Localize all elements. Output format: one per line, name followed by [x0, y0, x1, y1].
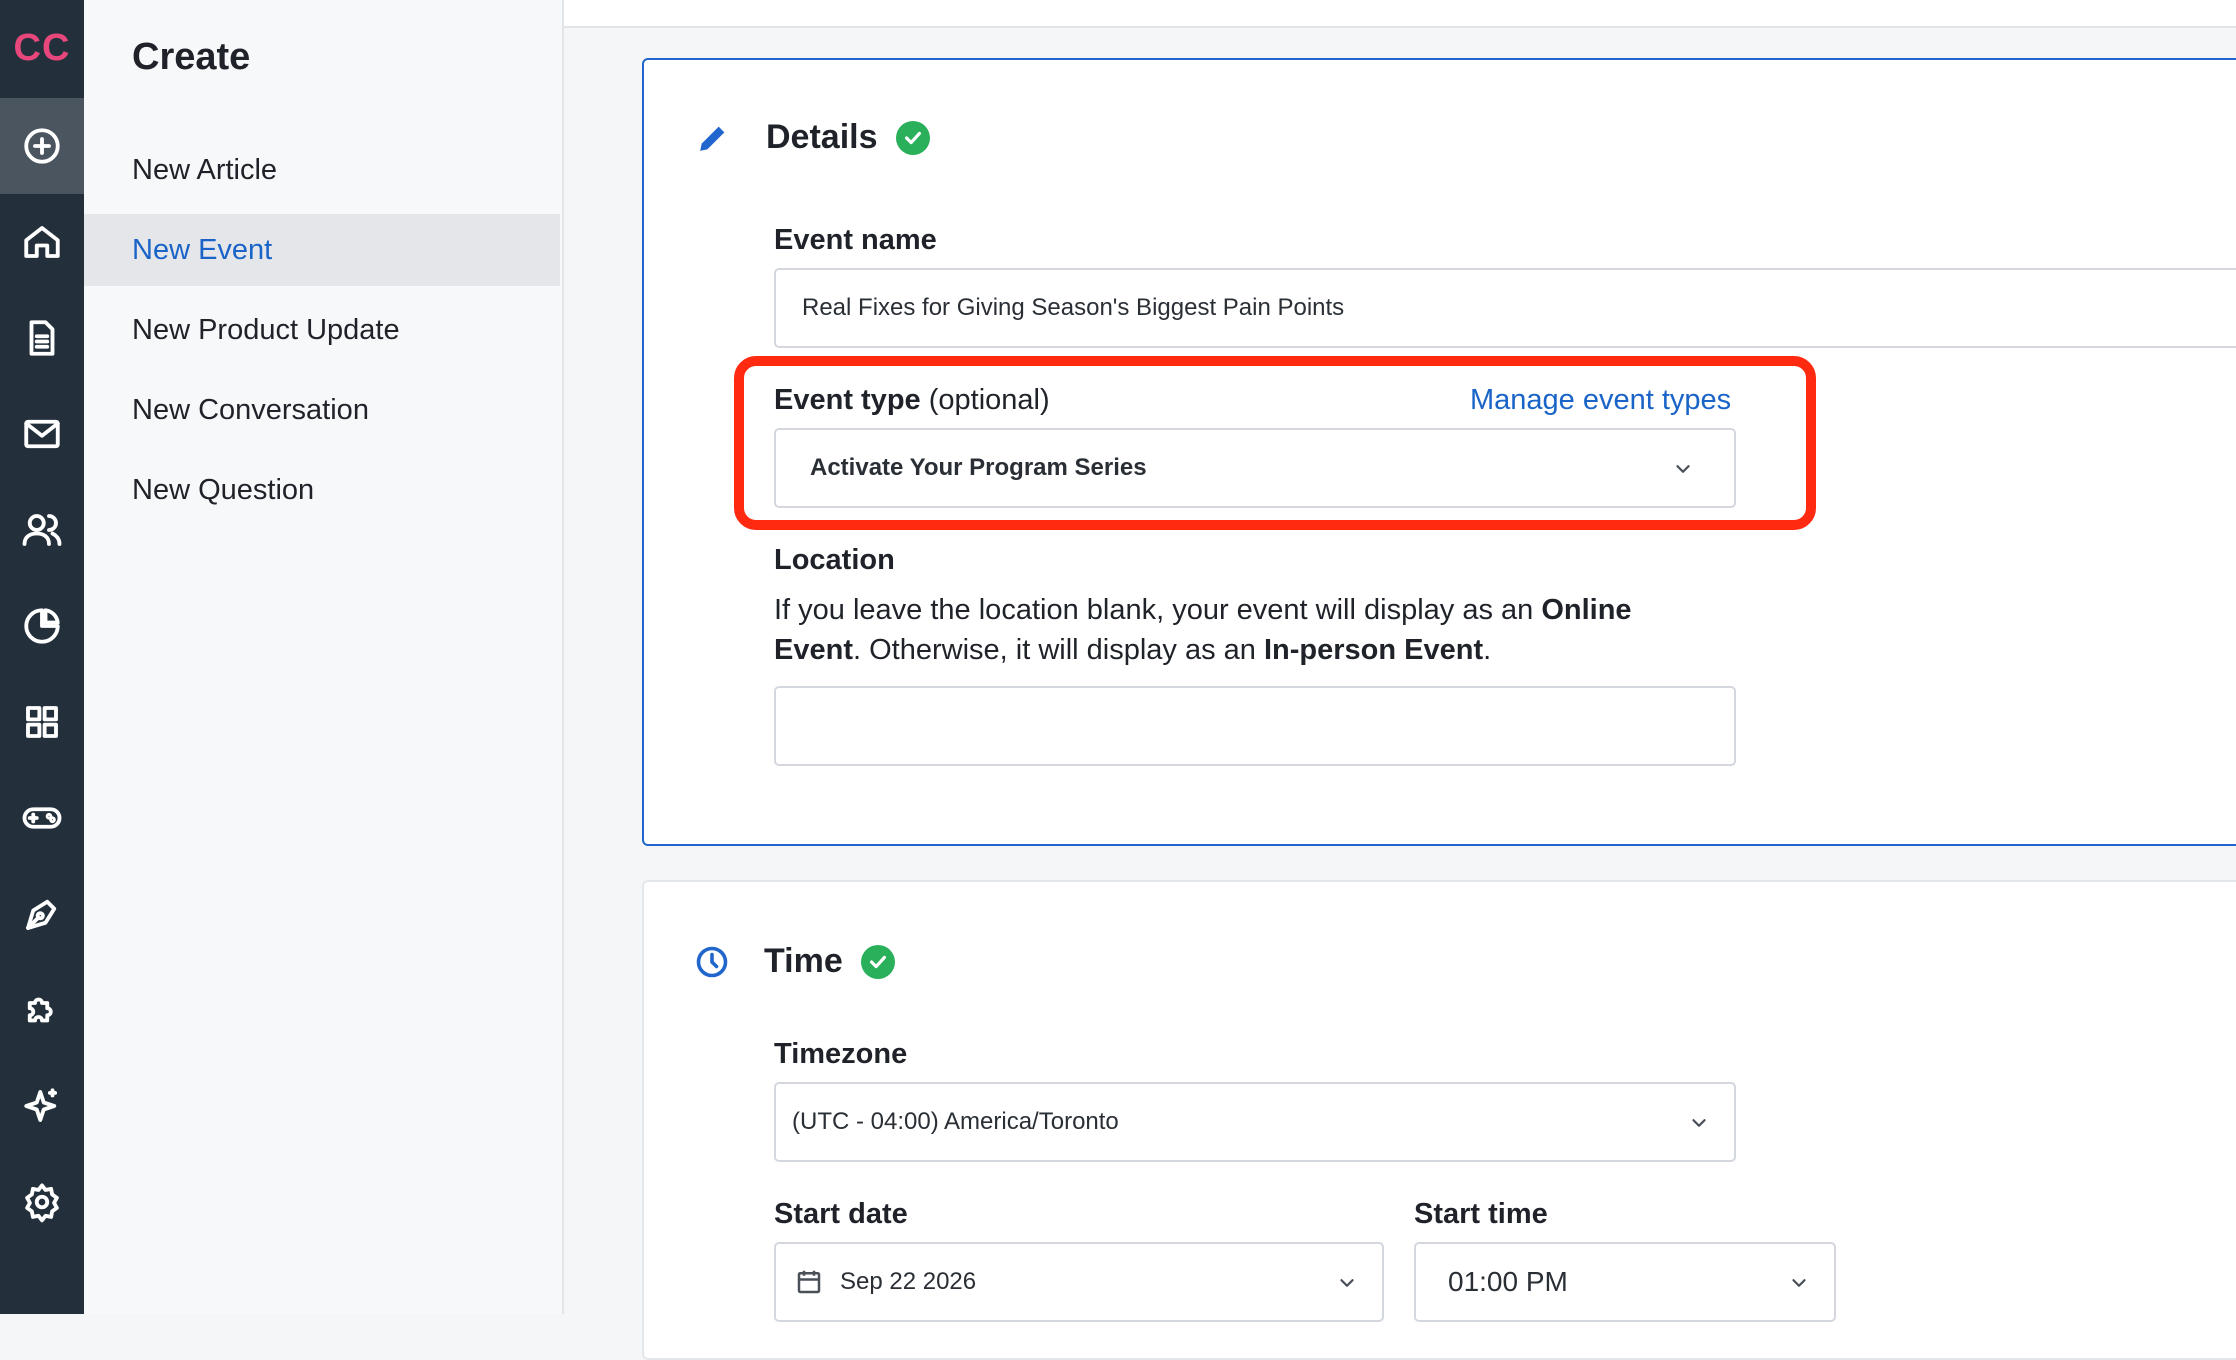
clock-icon — [696, 946, 728, 977]
event-name-label: Event name — [774, 224, 937, 256]
app-logo[interactable]: CC — [0, 0, 84, 96]
menu-item-new-product-update[interactable]: New Product Update — [84, 294, 560, 366]
timezone-value: (UTC - 04:00) America/Toronto — [792, 1108, 1119, 1135]
event-name-value: Real Fixes for Giving Season's Biggest P… — [802, 294, 1345, 321]
check-circle-icon — [860, 944, 895, 979]
grid-icon[interactable] — [0, 674, 84, 770]
details-title: Details — [766, 118, 878, 156]
timezone-select[interactable]: (UTC - 04:00) America/Toronto — [774, 1082, 1736, 1162]
start-date-label: Start date — [774, 1198, 908, 1230]
menu-item-new-conversation[interactable]: New Conversation — [84, 374, 560, 446]
event-name-field[interactable]: Real Fixes for Giving Season's Biggest P… — [774, 268, 2236, 348]
pen-tool-icon[interactable] — [0, 866, 84, 962]
time-header: Time — [694, 942, 895, 981]
menu-item-new-question[interactable]: New Question — [84, 454, 560, 526]
home-icon[interactable] — [0, 194, 84, 290]
start-time-value: 01:00 PM — [1448, 1266, 1568, 1297]
plus-circle-icon[interactable] — [0, 98, 84, 194]
calendar-icon — [797, 1270, 821, 1294]
icon-rail: CC — [0, 0, 84, 1314]
chevron-down-icon — [1792, 1279, 1806, 1287]
sparkle-icon[interactable] — [0, 1058, 84, 1154]
location-label: Location — [774, 544, 895, 576]
chevron-down-icon — [1692, 1119, 1706, 1127]
menu-title: Create — [132, 36, 251, 78]
pie-chart-icon[interactable] — [0, 578, 84, 674]
location-input[interactable] — [774, 686, 1736, 766]
mail-icon[interactable] — [0, 386, 84, 482]
event-type-highlight — [734, 356, 1816, 530]
details-header: Details — [696, 118, 930, 157]
menu-item-new-event[interactable]: New Event — [84, 214, 560, 286]
create-menu: Create New Article New Event New Product… — [84, 0, 564, 1314]
time-title: Time — [764, 942, 843, 980]
check-circle-icon — [895, 120, 930, 155]
start-time-label: Start time — [1414, 1198, 1548, 1230]
start-date-picker[interactable]: Sep 22 2026 — [774, 1242, 1384, 1322]
in-person-event-text: In-person Event — [1263, 634, 1484, 666]
puzzle-icon[interactable] — [0, 962, 84, 1058]
gamepad-icon[interactable] — [0, 770, 84, 866]
timezone-label: Timezone — [774, 1038, 908, 1070]
document-icon[interactable] — [0, 290, 84, 386]
gear-icon[interactable] — [0, 1154, 84, 1250]
chevron-down-icon — [1340, 1279, 1354, 1287]
start-date-value: Sep 22 2026 — [840, 1268, 977, 1295]
people-icon[interactable] — [0, 482, 84, 578]
location-description: If you leave the location blank, your ev… — [774, 594, 1632, 666]
pencil-icon — [700, 126, 725, 151]
top-bar — [564, 0, 2236, 28]
time-section: Time Timezone (UTC - 04:00) America/Toro… — [642, 880, 2236, 1360]
menu-item-new-article[interactable]: New Article — [84, 134, 560, 206]
start-time-select[interactable]: 01:00 PM — [1414, 1242, 1836, 1322]
